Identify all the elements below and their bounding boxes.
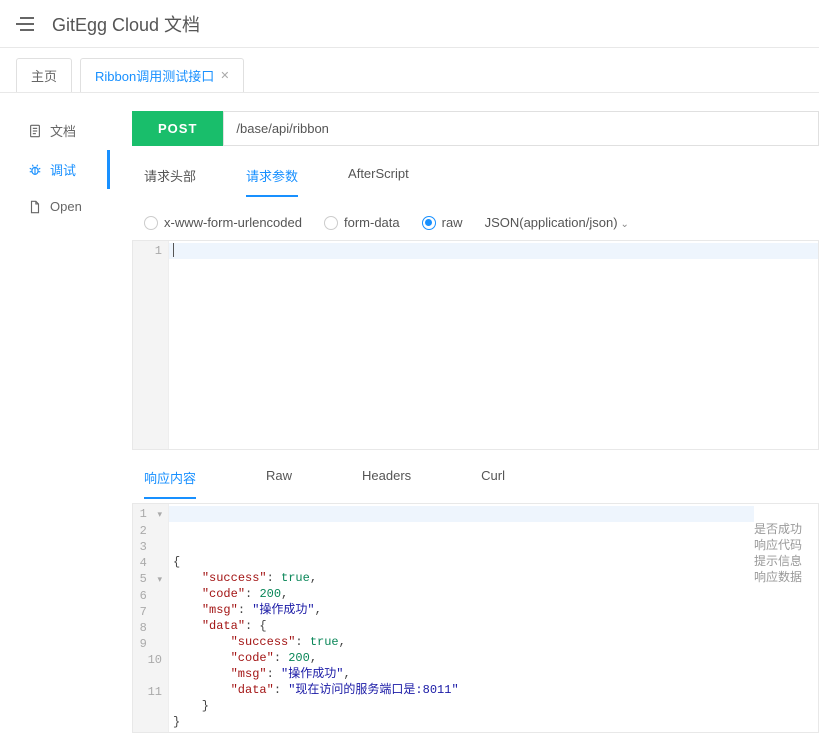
request-sub-tab[interactable]: 请求参数 [246,166,298,197]
sidebar-toggle-icon[interactable] [16,17,34,31]
response-gutter: 1 ▾2 3 4 5 ▾6 7 8 9 10 11 [133,504,169,732]
doc-icon [28,124,42,138]
app-title: GitEgg Cloud 文档 [52,11,200,37]
radio-icon [324,216,338,230]
page-icon [28,200,42,214]
editor-cursor [173,243,174,257]
response-tabs: 响应内容 Raw Headers Curl [144,468,819,499]
response-field-annotation: 响应代码 [754,538,818,554]
radio-icon [422,216,436,230]
request-url-input[interactable] [223,111,819,146]
response-body: { "success": true, "code": 200, "msg": "… [169,504,754,732]
http-method-button[interactable]: POST [132,111,223,146]
page-tab[interactable]: 主页 [16,58,72,92]
response-annotations: 是否成功响应代码提示信息响应数据 [754,504,818,732]
request-body-editor[interactable]: 1 [132,240,819,450]
sidebar-item-label: Open [50,199,82,214]
page-tab[interactable]: Ribbon调用测试接口 ✕ [80,58,244,92]
sidebar-item[interactable]: 调试 [0,150,110,189]
body-type-row: x-www-form-urlencoded form-data raw JSON(ap… [144,215,819,230]
request-sub-tabs: 请求头部 请求参数 AfterScript [144,166,819,197]
response-tab[interactable]: 响应内容 [144,468,196,499]
sidebar-item-label: 文档 [50,121,76,140]
response-current-line [169,506,754,522]
radio-icon [144,216,158,230]
body-type-label: x-www-form-urlencoded [164,215,302,230]
close-icon[interactable]: ✕ [220,69,229,82]
response-editor[interactable]: 1 ▾2 3 4 5 ▾6 7 8 9 10 11 { "success": t… [132,503,819,733]
response-tab[interactable]: Curl [481,468,505,499]
response-tab[interactable]: Headers [362,468,411,499]
page-tabs: 主页 Ribbon调用测试接口 ✕ [0,48,819,93]
chevron-down-icon: ⌄ [621,219,629,230]
response-field-annotation: 响应数据 [754,570,818,586]
page-tab-label: 主页 [31,66,57,85]
page-tab-label: Ribbon调用测试接口 [95,66,214,85]
response-tab[interactable]: Raw [266,468,292,499]
body-type-label: raw [442,215,463,230]
sidebar-item[interactable]: Open [0,189,110,224]
response-field-annotation: 是否成功 [754,522,818,538]
request-sub-tab[interactable]: 请求头部 [144,166,196,197]
body-type-option[interactable]: raw [422,215,463,230]
bug-icon [28,163,42,177]
body-type-option[interactable]: x-www-form-urlencoded [144,215,302,230]
sidebar-item-label: 调试 [50,160,76,179]
editor-current-line [169,243,818,259]
sidebar-item[interactable]: 文档 [0,111,110,150]
body-type-label: form-data [344,215,400,230]
editor-gutter: 1 [133,241,169,449]
response-field-annotation: 提示信息 [754,554,818,570]
request-sub-tab[interactable]: AfterScript [348,166,409,197]
body-type-option[interactable]: form-data [324,215,400,230]
sidebar: 文档调试 Open [0,93,110,733]
content-type-label: JSON(application/json) [485,215,618,230]
content-type-select[interactable]: JSON(application/json)⌄ [485,215,629,230]
